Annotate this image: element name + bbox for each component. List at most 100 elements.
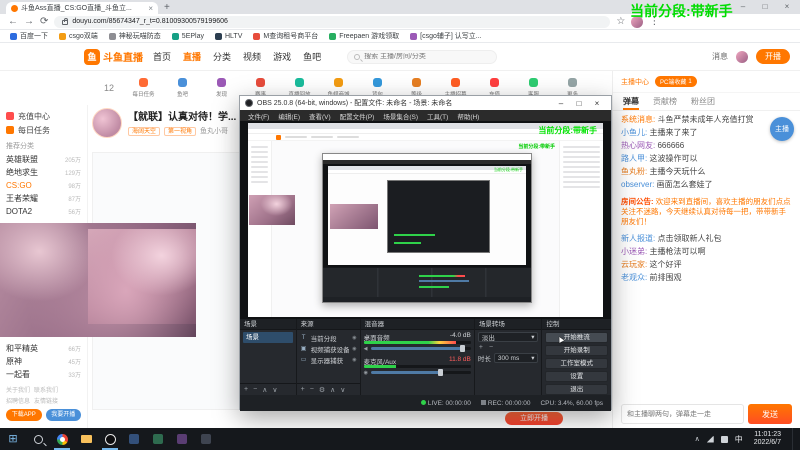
slider-handle[interactable]	[437, 369, 443, 376]
nav-yuba[interactable]: 鱼吧	[303, 50, 321, 63]
menu-view[interactable]: 查看(V)	[309, 111, 331, 121]
menu-file[interactable]: 文件(F)	[248, 111, 269, 121]
source-item-text[interactable]: T 当前分段 ◉	[300, 332, 357, 343]
stream-tag[interactable]: 海阔天空	[128, 126, 161, 136]
quick-icon-item[interactable]: 每日任务	[124, 78, 163, 98]
footer-link[interactable]: 招聘信息	[6, 396, 30, 405]
start-broadcast-button[interactable]: 开播	[756, 49, 790, 64]
bookmark-item[interactable]: 5EPlay	[171, 32, 204, 40]
forward-icon[interactable]: →	[24, 15, 34, 29]
scene-down-icon[interactable]: ∨	[272, 386, 277, 394]
bookmark-item[interactable]: [csgo辅子] 认写立...	[410, 31, 482, 41]
mic-icon[interactable]: ◉	[364, 370, 368, 376]
taskbar-explorer[interactable]	[74, 428, 98, 450]
url-bar[interactable]: douyu.com/85674347_r_t=0.810093005791996…	[54, 15, 611, 28]
source-properties-icon[interactable]: ⚙	[319, 386, 325, 394]
browser-tab[interactable]: 斗鱼Ass直播_CS:GO直播_斗鱼立... ×	[6, 2, 158, 14]
remove-source-icon[interactable]: −	[310, 386, 314, 393]
sidebar-category[interactable]: DOTA2 56万	[6, 205, 81, 218]
taskbar-clock[interactable]: 11:01:23 2022/6/7	[750, 431, 785, 447]
sidebar-category[interactable]: 原神 45万	[6, 355, 81, 368]
new-tab-button[interactable]: +	[164, 2, 170, 14]
go-live-sidebar-button[interactable]: 我要开播	[45, 409, 81, 421]
nav-category[interactable]: 分类	[213, 50, 231, 63]
refresh-icon[interactable]: ⟳	[40, 15, 48, 29]
quick-icon-item[interactable]: 鱼吧	[163, 78, 202, 98]
tab-danmu[interactable]: 弹幕	[623, 93, 639, 110]
search-input[interactable]	[364, 53, 475, 60]
menu-tools[interactable]: 工具(T)	[427, 111, 448, 121]
mixer-dock-title[interactable]: 混音器	[360, 319, 474, 330]
window-maximize-icon[interactable]: □	[754, 0, 776, 13]
bookmark-item[interactable]: 神秘玩喵防态	[108, 31, 161, 41]
speaker-icon[interactable]: ◀	[364, 346, 368, 352]
obs-close-icon[interactable]: ×	[588, 99, 606, 108]
source-up-icon[interactable]: ∧	[330, 386, 335, 394]
taskbar-app[interactable]	[146, 428, 170, 450]
download-app-button[interactable]: 下载APP	[6, 409, 42, 421]
sidebar-feature-recharge[interactable]: 充值中心	[6, 109, 81, 123]
sidebar-category[interactable]: 绝地求生 129万	[6, 166, 81, 179]
footer-link[interactable]: 联系我们	[34, 385, 58, 394]
add-scene-icon[interactable]: +	[244, 386, 248, 393]
add-transition-icon[interactable]: +	[479, 344, 483, 351]
douyu-logo[interactable]: 鱼斗鱼直播	[84, 48, 143, 65]
remove-scene-icon[interactable]: −	[253, 386, 257, 393]
taskbar-chrome[interactable]	[50, 428, 74, 450]
bookmark-item[interactable]: HLTV	[214, 32, 242, 40]
sidebar-category[interactable]: 英雄联盟 205万	[6, 153, 81, 166]
douyu-search-box[interactable]	[347, 49, 498, 64]
footer-link[interactable]: 关于我们	[6, 385, 30, 394]
send-button[interactable]: 发送	[748, 404, 792, 424]
network-icon[interactable]	[706, 435, 714, 443]
menu-edit[interactable]: 编辑(E)	[278, 111, 300, 121]
scene-item-selected[interactable]: 场景	[243, 332, 293, 343]
visibility-eye-icon[interactable]: ◉	[352, 357, 356, 363]
quick-icon-item[interactable]: 发现	[202, 78, 241, 98]
streamer-avatar[interactable]	[92, 108, 122, 138]
taskbar-search[interactable]	[26, 428, 50, 450]
bookmark-item[interactable]: Freepaen 游戏领取	[329, 31, 399, 41]
nav-home[interactable]: 首页	[153, 50, 171, 63]
go-live-button[interactable]: 立即开播	[505, 412, 563, 425]
controls-dock-title[interactable]: 控制	[542, 319, 611, 330]
taskbar-obs[interactable]	[98, 428, 122, 450]
visibility-eye-icon[interactable]: ◉	[352, 346, 356, 352]
source-down-icon[interactable]: ∨	[340, 386, 345, 394]
tab-fanclub[interactable]: 粉丝团	[691, 96, 715, 107]
sidebar-feature-task[interactable]: 每日任务	[6, 123, 81, 137]
source-item-camera[interactable]: ▣ 视频捕获设备 ◉	[300, 343, 357, 354]
back-icon[interactable]: ←	[8, 15, 18, 29]
transition-select[interactable]: 淡出 ▾	[477, 332, 539, 342]
start-button[interactable]: ⊞	[0, 428, 26, 450]
settings-button[interactable]: 设置	[545, 371, 608, 382]
bookmark-star-icon[interactable]: ☆	[616, 15, 625, 29]
add-source-icon[interactable]: +	[301, 386, 305, 393]
taskbar-app[interactable]	[194, 428, 218, 450]
notification-center-strip[interactable]	[792, 428, 798, 450]
taskbar-app[interactable]	[170, 428, 194, 450]
bookmark-item[interactable]: 百度一下	[10, 31, 48, 41]
sidebar-category[interactable]: 一起看 33万	[6, 368, 81, 381]
remove-transition-icon[interactable]: −	[489, 344, 493, 351]
scenes-dock-title[interactable]: 场景	[240, 319, 296, 330]
volume-icon[interactable]	[720, 435, 728, 443]
spinner-arrows-icon[interactable]: ▾	[531, 354, 534, 362]
scene-up-icon[interactable]: ∧	[262, 386, 267, 394]
footer-link[interactable]: 友情链接	[34, 396, 58, 405]
source-item-display[interactable]: ▭ 显示器捕获 ◉	[300, 354, 357, 365]
sidebar-category-csgo[interactable]: CS:GO 98万	[6, 179, 81, 192]
bookmark-item[interactable]: M查询租号商平台	[253, 31, 318, 41]
mic-volume-slider[interactable]	[371, 369, 471, 376]
obs-preview[interactable]: 当前分段:带新手 当前分段:带新手 当前分段:带新手	[240, 121, 611, 319]
transitions-dock-title[interactable]: 场景转场	[474, 319, 542, 330]
message-link[interactable]: 消息	[712, 51, 728, 62]
start-recording-button[interactable]: 开始录制	[545, 345, 608, 356]
anchor-center-link[interactable]: 主播中心	[621, 77, 649, 87]
bookmark-item[interactable]: csgo双端	[59, 31, 98, 41]
tab-close-icon[interactable]: ×	[148, 4, 153, 13]
duration-spinner[interactable]: 300 ms ▾	[493, 353, 539, 363]
obs-titlebar[interactable]: OBS 25.0.8 (64-bit, windows) - 配置文件: 未命名…	[240, 96, 611, 110]
chat-input[interactable]	[621, 404, 744, 424]
sources-dock-title[interactable]: 来源	[296, 319, 360, 330]
